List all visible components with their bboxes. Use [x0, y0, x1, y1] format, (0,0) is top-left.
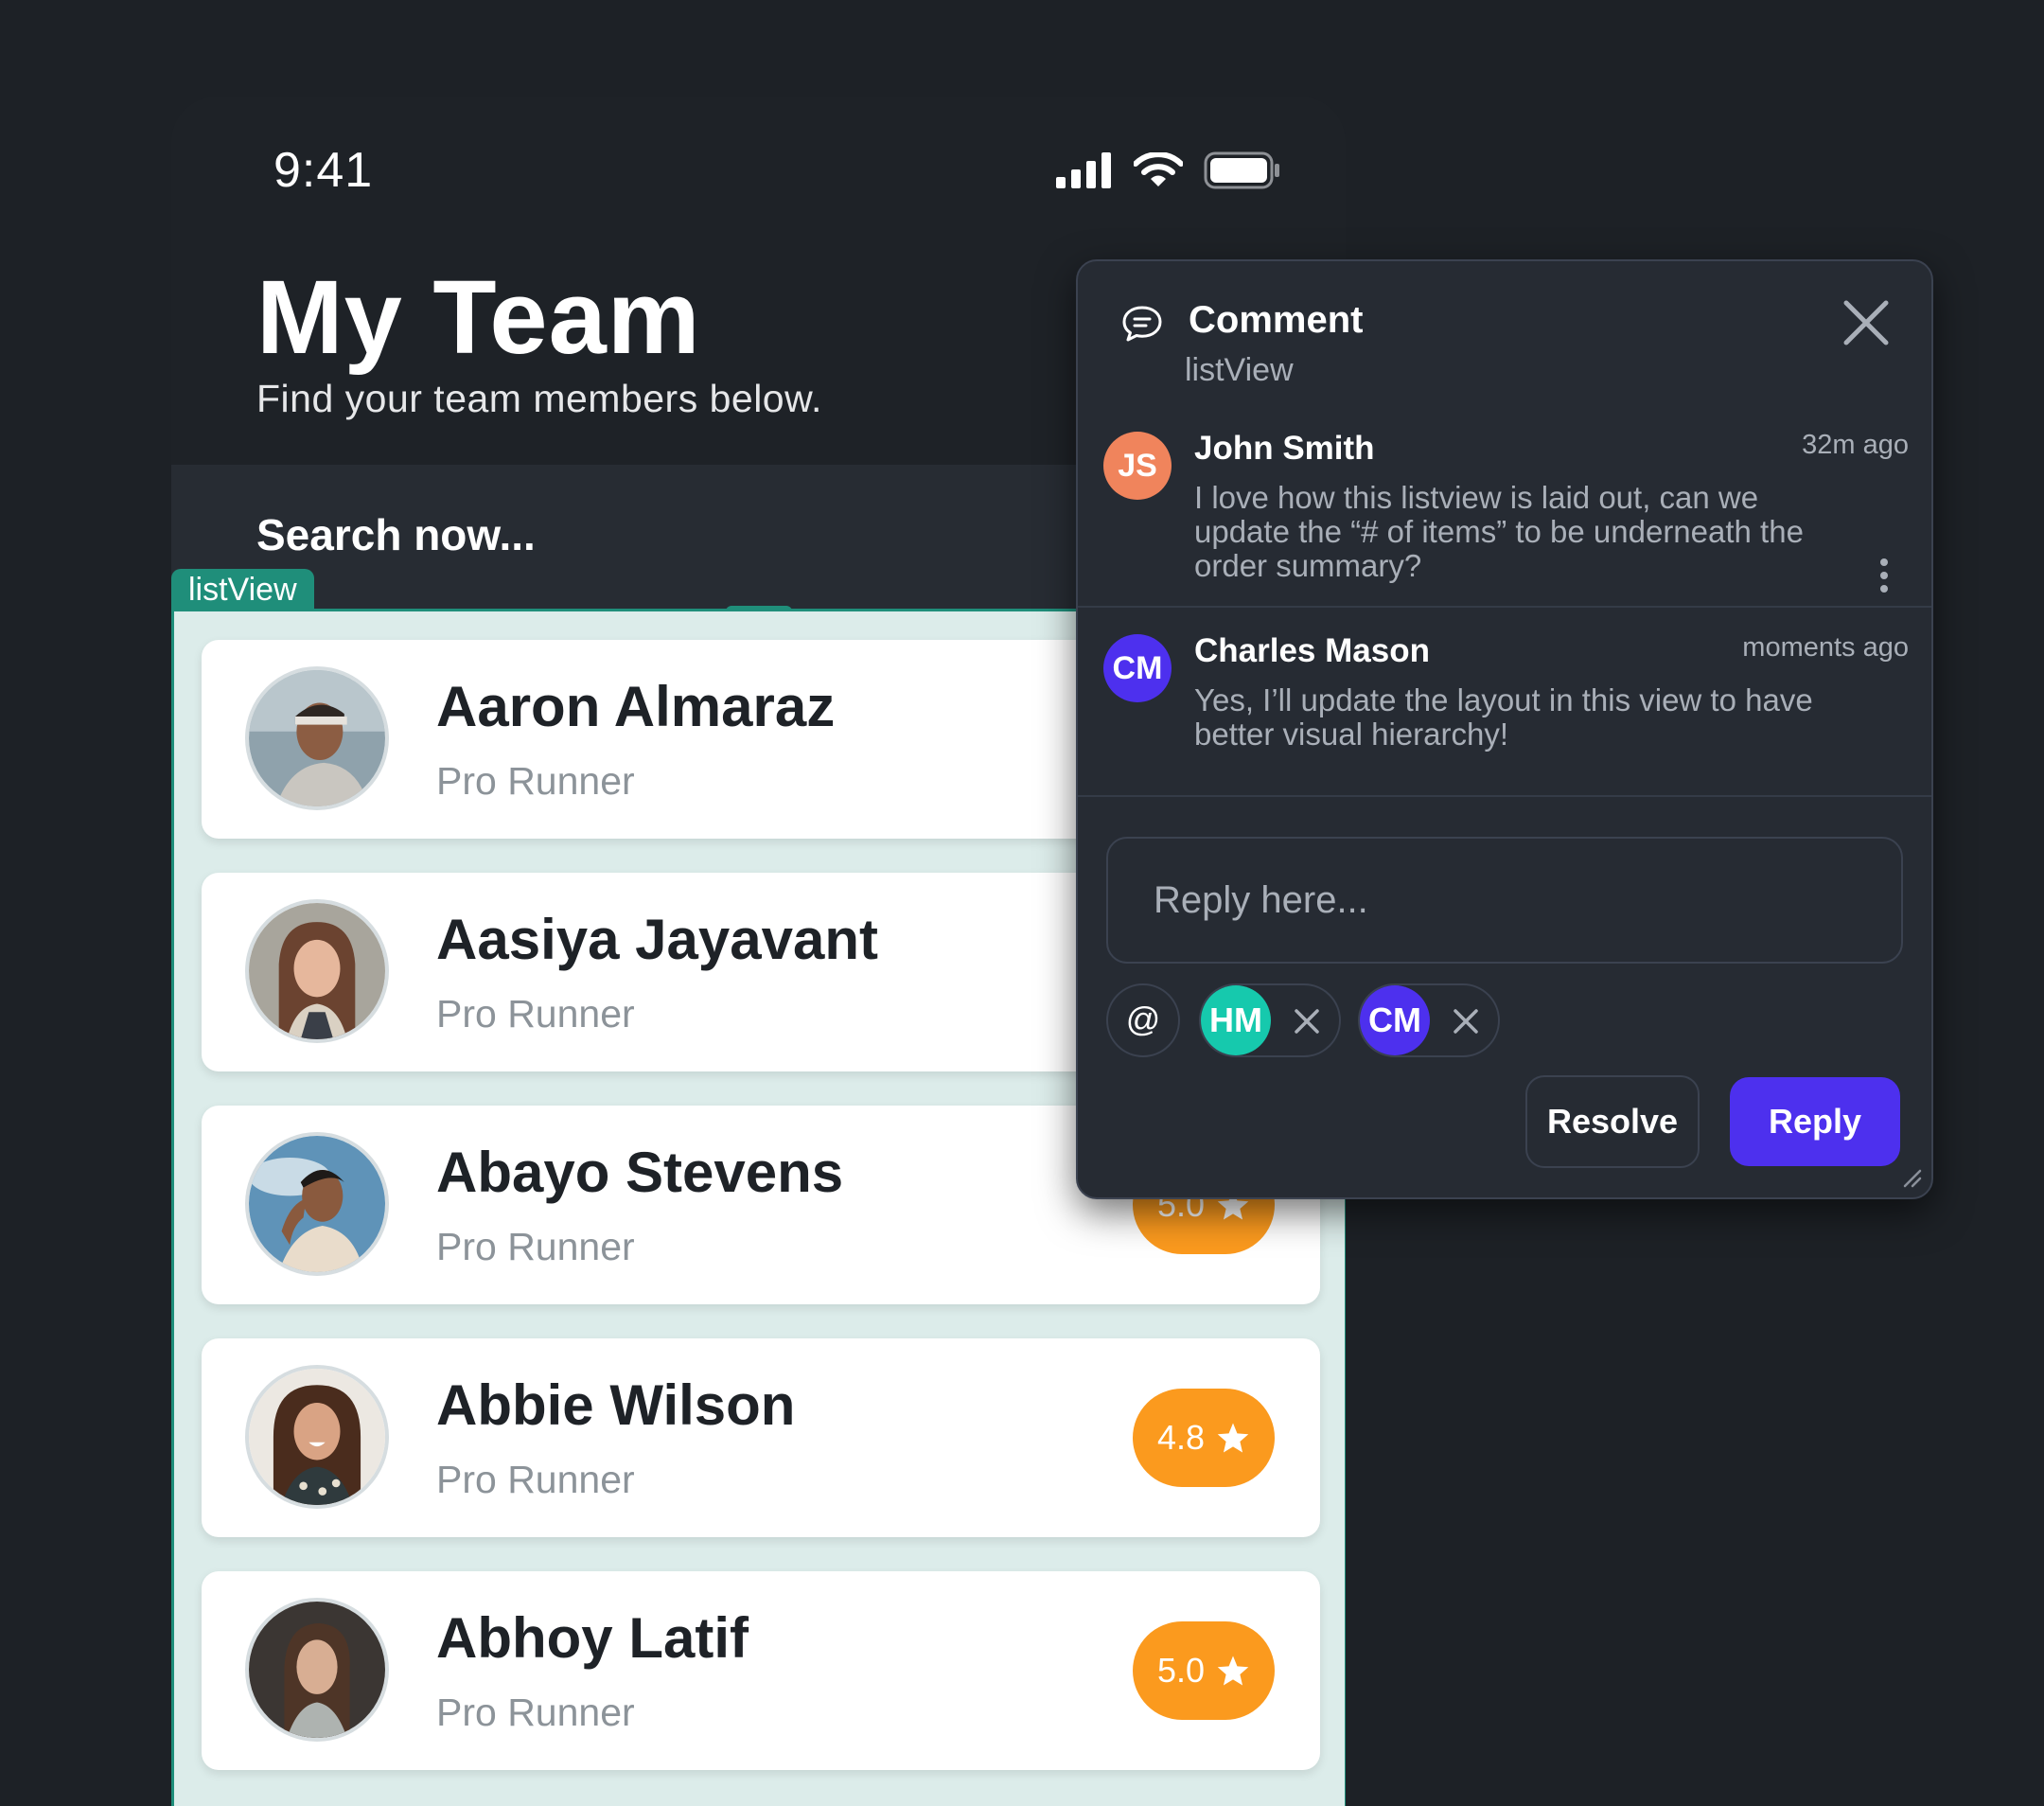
comment-text-line: better visual hierarchy!: [1194, 717, 1508, 752]
member-role: Pro Runner: [436, 992, 635, 1036]
commenter-avatar: JS: [1103, 432, 1172, 500]
star-icon: [1217, 1423, 1249, 1453]
search-input[interactable]: Search now...: [256, 509, 536, 560]
star-icon: [1217, 1656, 1249, 1686]
reply-button[interactable]: Reply: [1730, 1077, 1900, 1166]
comment-text: Yes, I’ll update the layout in this view…: [1194, 683, 1813, 752]
comment-title: Comment: [1189, 299, 1364, 341]
comment-time: 32m ago: [1802, 430, 1909, 460]
comment-text: I love how this listview is laid out, ca…: [1194, 481, 1804, 583]
member-name: Aasiya Jayavant: [436, 908, 878, 971]
remove-mention-icon[interactable]: [1294, 1008, 1320, 1035]
mention-button[interactable]: @: [1106, 983, 1180, 1057]
comment-time: moments ago: [1742, 632, 1909, 663]
resolve-button[interactable]: Resolve: [1525, 1075, 1700, 1168]
status-icons: [1056, 151, 1281, 189]
avatar: [245, 1132, 389, 1276]
close-icon[interactable]: [1842, 299, 1890, 346]
rating-value: 5.0: [1156, 1651, 1206, 1690]
rating-value: 4.8: [1156, 1418, 1206, 1457]
member-name: Aaron Almaraz: [436, 675, 836, 738]
status-time: 9:41: [273, 143, 374, 198]
page-title: My Team: [256, 259, 701, 376]
comment-text-line: update the “# of items” to be underneath…: [1194, 514, 1804, 549]
member-role: Pro Runner: [436, 1458, 635, 1501]
battery-icon: [1204, 151, 1279, 189]
member-role: Pro Runner: [436, 759, 635, 803]
member-name: Abhoy Latif: [436, 1606, 749, 1670]
avatar: [245, 899, 389, 1043]
comment-icon: [1122, 306, 1162, 342]
more-options-icon[interactable]: [1878, 557, 1890, 594]
member-role: Pro Runner: [436, 1691, 635, 1734]
member-role: Pro Runner: [436, 1225, 635, 1268]
member-card[interactable]: Abbie Wilson Pro Runner 4.8: [202, 1338, 1320, 1537]
resize-grip-icon[interactable]: [1901, 1167, 1922, 1188]
comment-author: John Smith: [1194, 430, 1375, 467]
mention-chip: CM: [1358, 983, 1500, 1057]
remove-mention-icon[interactable]: [1453, 1008, 1479, 1035]
wifi-icon: [1134, 152, 1183, 186]
mention-avatar: HM: [1201, 985, 1271, 1055]
comment-author: Charles Mason: [1194, 632, 1430, 669]
comment-panel: Comment listView JS John Smith 32m ago I…: [1076, 259, 1933, 1199]
mention-avatar: CM: [1360, 985, 1430, 1055]
member-name: Abayo Stevens: [436, 1141, 844, 1204]
listview-tag[interactable]: listView: [171, 569, 314, 611]
mention-chip: HM: [1199, 983, 1341, 1057]
comment-text-line: Yes, I’ll update the layout in this view…: [1194, 682, 1813, 717]
avatar: [245, 1598, 389, 1742]
member-name: Abbie Wilson: [436, 1373, 796, 1437]
avatar: [245, 666, 389, 810]
rating-badge: 4.8: [1133, 1389, 1275, 1487]
commenter-avatar: CM: [1103, 634, 1172, 702]
divider: [1078, 795, 1931, 797]
page-subtitle: Find your team members below.: [256, 377, 822, 420]
reply-input[interactable]: Reply here...: [1106, 837, 1903, 964]
comment-context: listView: [1185, 352, 1294, 388]
signal-icon: [1056, 152, 1111, 188]
divider: [1078, 606, 1931, 608]
member-card[interactable]: Abhoy Latif Pro Runner 5.0: [202, 1571, 1320, 1770]
rating-badge: 5.0: [1133, 1621, 1275, 1720]
comment-text-line: order summary?: [1194, 548, 1422, 583]
avatar: [245, 1365, 389, 1509]
comment-text-line: I love how this listview is laid out, ca…: [1194, 480, 1759, 515]
